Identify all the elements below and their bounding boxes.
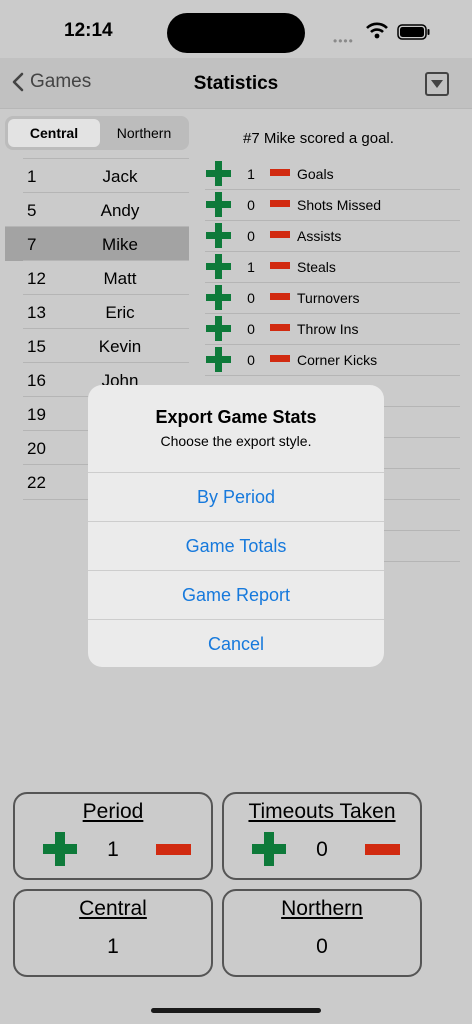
stat-value: 1 <box>247 166 255 182</box>
player-number: 1 <box>27 167 37 186</box>
stat-row-shots-missed: 0 Shots Missed <box>205 189 460 221</box>
minus-icon[interactable] <box>270 231 290 238</box>
minus-icon[interactable] <box>270 293 290 300</box>
stat-row-assists: 0 Assists <box>205 220 460 252</box>
northern-score-title: Northern <box>281 897 363 920</box>
roster-row[interactable]: 1 Jack <box>23 158 189 193</box>
minus-icon[interactable] <box>270 355 290 362</box>
triangle-down-icon <box>431 80 443 88</box>
player-name: Jack <box>102 167 138 186</box>
roster-row[interactable]: 12 Matt <box>23 260 189 295</box>
roster-row[interactable]: 5 Andy <box>23 192 189 227</box>
central-score-title: Central <box>79 897 147 920</box>
stat-value: 0 <box>247 321 255 337</box>
minus-icon[interactable] <box>270 200 290 207</box>
central-score-panel: Central 1 <box>13 889 213 977</box>
plus-icon[interactable] <box>206 285 231 310</box>
plus-icon[interactable] <box>206 316 231 341</box>
dialog-title: Export Game Stats <box>155 407 317 427</box>
player-name: Mike <box>102 235 138 254</box>
stat-value: 0 <box>247 197 255 213</box>
dynamic-island <box>167 13 305 53</box>
plus-icon[interactable] <box>206 254 231 279</box>
cellular-signal-icon: •••• <box>333 34 354 48</box>
stat-value: 1 <box>247 259 255 275</box>
options-menu-button[interactable] <box>425 72 449 96</box>
roster-row[interactable]: 13 Eric <box>23 294 189 329</box>
stat-value: 0 <box>247 228 255 244</box>
player-name: Andy <box>100 201 140 220</box>
northern-score-value: 0 <box>316 935 328 958</box>
player-number: 22 <box>27 473 46 492</box>
player-number: 15 <box>27 337 46 356</box>
team-segmented-control: Central Northern <box>5 116 189 150</box>
timeouts-title: Timeouts Taken <box>248 800 396 823</box>
player-number: 12 <box>27 269 46 288</box>
stat-label: Corner Kicks <box>297 352 378 368</box>
player-number: 20 <box>27 439 46 458</box>
navigation-bar: Games Statistics <box>0 58 472 109</box>
by-period-button[interactable]: By Period <box>88 472 384 521</box>
timeouts-minus-icon[interactable] <box>365 844 400 855</box>
period-title: Period <box>82 800 144 823</box>
player-number: 13 <box>27 303 46 322</box>
stat-value: 0 <box>247 290 255 306</box>
central-score-value: 1 <box>107 935 119 958</box>
game-report-button[interactable]: Game Report <box>88 570 384 619</box>
player-name: Matt <box>103 269 137 288</box>
stat-row-corner-kicks: 0 Corner Kicks <box>205 344 460 376</box>
stat-label: Shots Missed <box>297 197 382 213</box>
period-minus-icon[interactable] <box>156 844 191 855</box>
dialog-message: Choose the export style. <box>160 433 312 449</box>
player-number: 5 <box>27 201 37 220</box>
player-name: Kevin <box>98 337 142 356</box>
stat-label: Assists <box>297 228 342 244</box>
event-message: #7 Mike scored a goal. <box>243 130 394 147</box>
stat-row-steals: 1 Steals <box>205 251 460 283</box>
roster-row-selected[interactable]: 7 Mike <box>5 226 189 261</box>
cancel-button[interactable]: Cancel <box>88 619 384 667</box>
timeouts-panel: Timeouts Taken 0 <box>222 792 422 880</box>
player-number: 7 <box>27 235 37 254</box>
page-title: Statistics <box>193 73 279 94</box>
player-name: Eric <box>105 303 135 322</box>
stat-value: 0 <box>247 352 255 368</box>
status-time: 12:14 <box>64 20 113 41</box>
plus-icon[interactable] <box>206 161 231 186</box>
home-indicator <box>151 1008 321 1013</box>
export-dialog: Export Game Stats Choose the export styl… <box>88 385 384 667</box>
game-totals-button[interactable]: Game Totals <box>88 521 384 570</box>
minus-icon[interactable] <box>270 324 290 331</box>
stat-row-goals: 1 Goals <box>205 158 460 190</box>
roster-row[interactable]: 15 Kevin <box>23 328 189 363</box>
player-number: 19 <box>27 405 46 424</box>
stat-label: Steals <box>297 259 336 275</box>
segment-northern[interactable]: Northern <box>100 119 188 147</box>
stat-label: Goals <box>297 166 334 182</box>
northern-score-panel: Northern 0 <box>222 889 422 977</box>
player-number: 16 <box>27 371 46 390</box>
minus-icon[interactable] <box>270 262 290 269</box>
plus-icon[interactable] <box>206 223 231 248</box>
stat-row-throw-ins: 0 Throw Ins <box>205 313 460 345</box>
wifi-icon <box>366 22 388 39</box>
stat-row-turnovers: 0 Turnovers <box>205 282 460 314</box>
stat-label: Throw Ins <box>297 321 359 337</box>
stat-label: Turnovers <box>297 290 360 306</box>
plus-icon[interactable] <box>206 347 231 372</box>
battery-icon <box>397 24 430 40</box>
plus-icon[interactable] <box>206 192 231 217</box>
segment-central[interactable]: Central <box>8 119 100 147</box>
minus-icon[interactable] <box>270 169 290 176</box>
period-panel: Period 1 <box>13 792 213 880</box>
